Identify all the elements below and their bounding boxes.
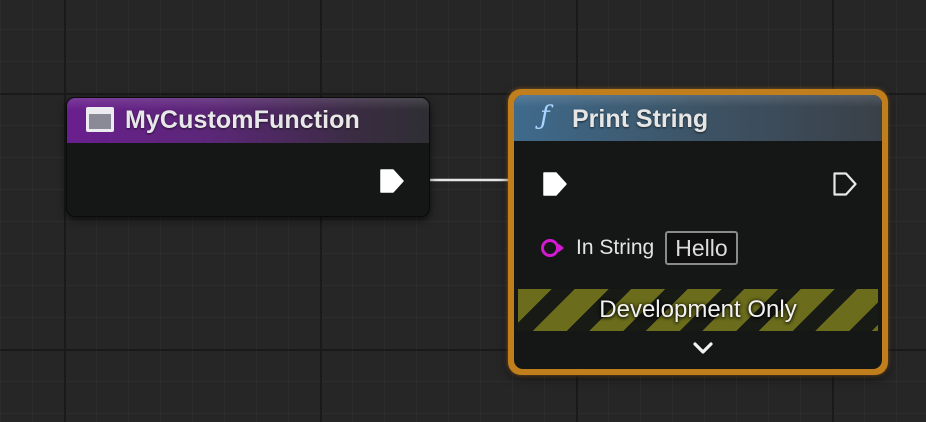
node-my-custom-function[interactable]: MyCustomFunction [66, 97, 430, 217]
node-body: ƒ Print String In String Hello Developme… [514, 95, 882, 369]
exec-output-pin[interactable] [379, 168, 405, 194]
string-input-pin[interactable] [540, 238, 566, 258]
event-icon [86, 107, 114, 132]
exec-output-pin[interactable] [832, 171, 858, 197]
development-only-label: Development Only [599, 296, 797, 323]
in-string-value-field[interactable]: Hello [665, 231, 738, 265]
chevron-down-icon[interactable] [691, 339, 715, 357]
development-only-banner: Development Only [518, 289, 878, 331]
node-header[interactable]: MyCustomFunction [67, 98, 429, 143]
node-print-string[interactable]: ƒ Print String In String Hello Developme… [508, 89, 888, 375]
in-string-pin-row: In String Hello [540, 229, 738, 267]
blueprint-graph-canvas[interactable]: MyCustomFunction ƒ Print String In Strin… [0, 0, 926, 422]
function-icon: ƒ [540, 101, 550, 131]
in-string-label: In String [576, 236, 655, 259]
exec-input-pin[interactable] [542, 171, 568, 197]
node-header[interactable]: ƒ Print String [514, 95, 882, 141]
node-title: MyCustomFunction [125, 106, 360, 134]
node-title: Print String [572, 105, 709, 133]
